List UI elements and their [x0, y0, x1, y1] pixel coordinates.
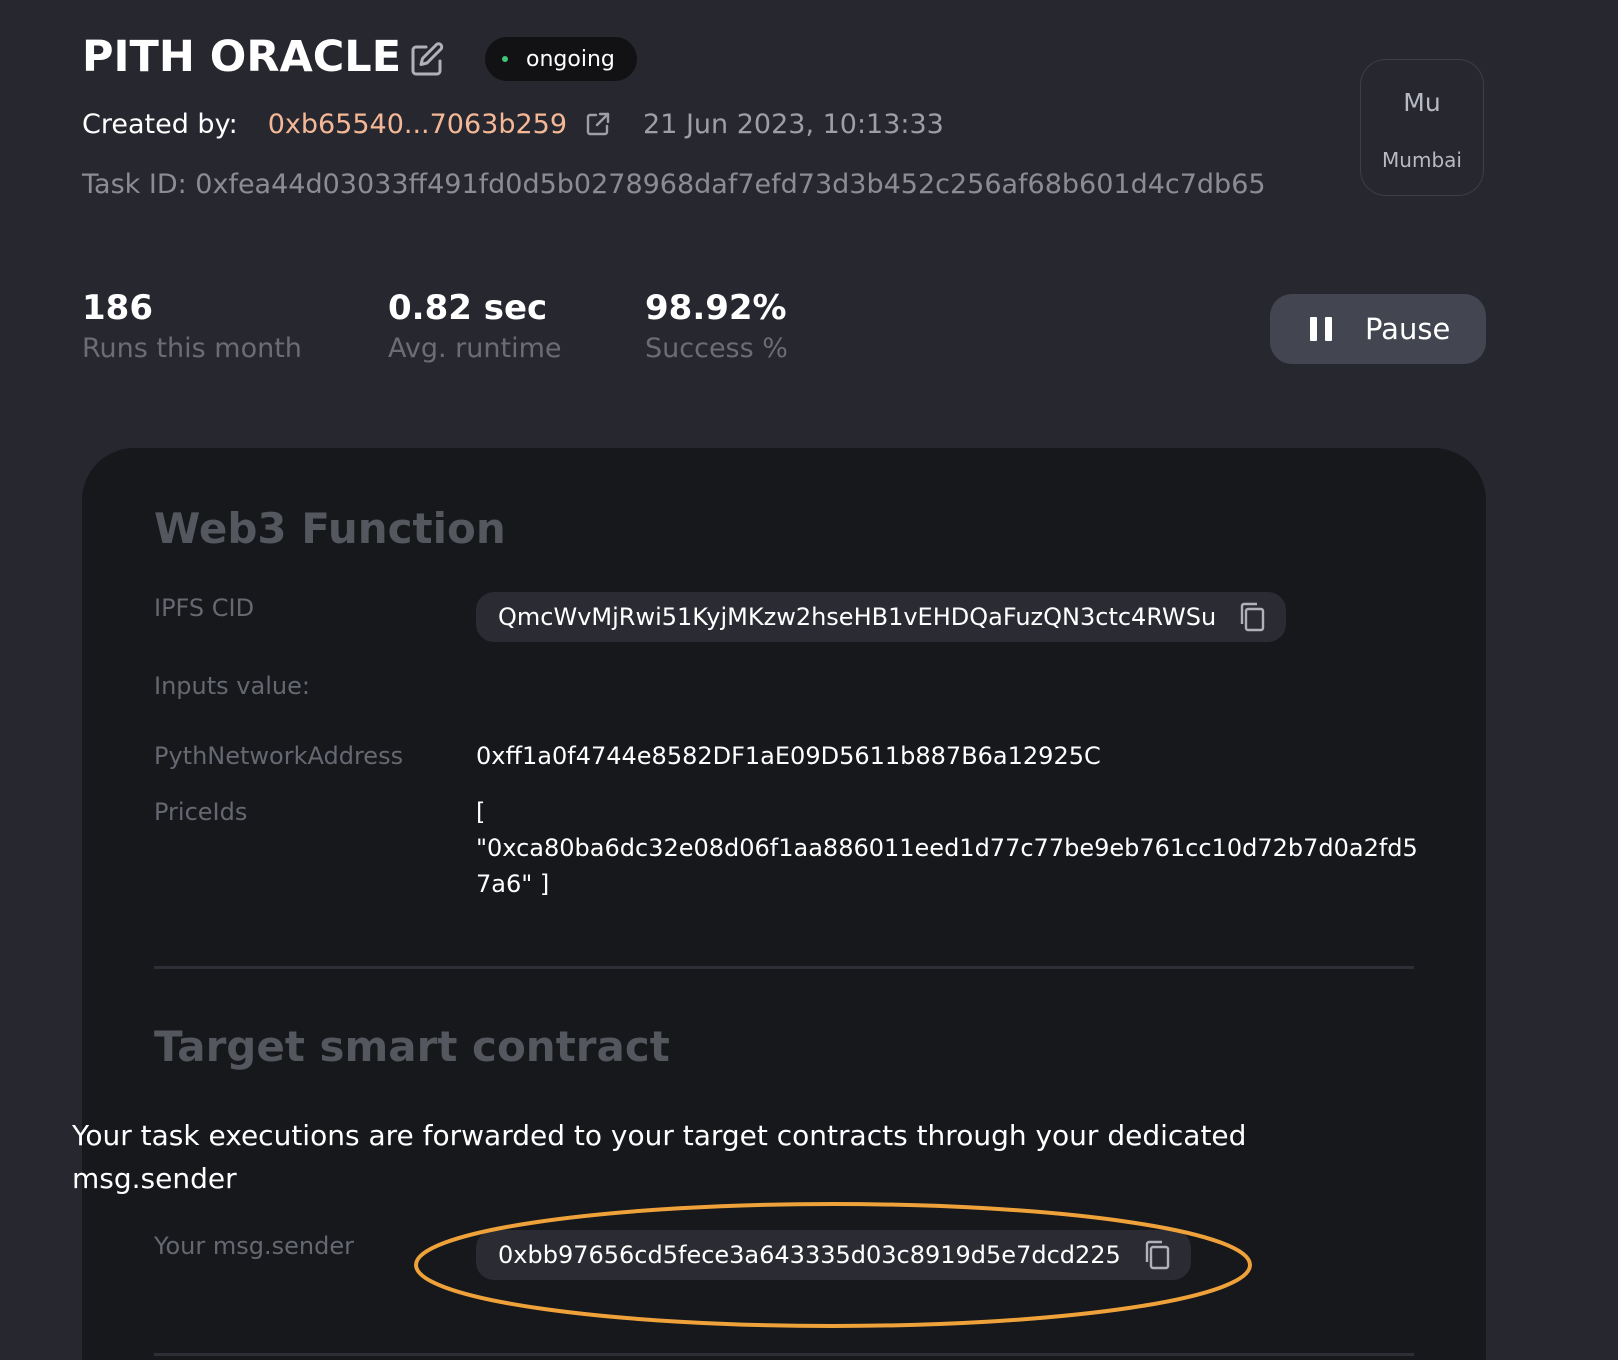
- ipfs-cid-field: QmcWvMjRwi51KyjMKzw2hseHB1vEHDQaFuzQN3ct…: [476, 592, 1287, 642]
- edit-icon[interactable]: [408, 39, 448, 79]
- input-value-price-ids: [ "0xca80ba6dc32e08d06f1aa886011eed1d77c…: [476, 794, 1418, 902]
- task-id: Task ID: 0xfea44d03033ff491fd0d5b0278968…: [82, 169, 1266, 200]
- pause-label: Pause: [1365, 312, 1451, 346]
- stat-label: Avg. runtime: [388, 333, 562, 364]
- msg-sender-label: Your msg.sender: [154, 1232, 354, 1260]
- pause-icon: [1310, 317, 1332, 341]
- stat-label: Runs this month: [82, 333, 302, 364]
- copy-icon[interactable]: [1143, 1240, 1171, 1270]
- section-divider: [154, 1353, 1414, 1356]
- ipfs-cid-label: IPFS CID: [154, 594, 255, 622]
- msg-sender-value: 0xbb97656cd5fece3a643335d03c8919d5e7dcd2…: [498, 1241, 1121, 1269]
- input-name-price-ids: PriceIds: [154, 798, 248, 826]
- target-contract-title: Target smart contract: [154, 1022, 670, 1071]
- section-divider: [154, 966, 1414, 969]
- stat-value: 98.92%: [645, 288, 787, 328]
- status-dot-icon: [502, 56, 508, 62]
- input-name-pyth-network-address: PythNetworkAddress: [154, 742, 404, 770]
- network-short-label: Mu: [1403, 88, 1441, 117]
- inputs-value-label: Inputs value:: [154, 672, 310, 700]
- stat-runs: 186 Runs this month: [82, 285, 302, 364]
- status-label: ongoing: [526, 46, 615, 72]
- created-by-label: Created by:: [82, 108, 238, 140]
- created-by-row: Created by: 0xb65540...7063b259 21 Jun 2…: [82, 104, 944, 144]
- msg-sender-field: 0xbb97656cd5fece3a643335d03c8919d5e7dcd2…: [476, 1230, 1191, 1280]
- target-contract-description: Your task executions are forwarded to yo…: [72, 1119, 1247, 1195]
- copy-icon[interactable]: [1238, 602, 1266, 632]
- external-link-icon[interactable]: [585, 111, 611, 137]
- stat-label: Success %: [645, 333, 788, 364]
- pause-button[interactable]: Pause: [1270, 294, 1486, 364]
- price-ids-line: "0xca80ba6dc32e08d06f1aa886011eed1d77c77…: [476, 834, 1418, 862]
- status-badge: ongoing: [485, 37, 637, 81]
- created-date: 21 Jun 2023, 10:13:33: [643, 108, 944, 140]
- input-value-pyth-network-address: 0xff1a0f4744e8582DF1aE09D5611b887B6a1292…: [476, 742, 1101, 770]
- stat-success: 98.92% Success %: [645, 285, 788, 364]
- stat-avg-runtime: 0.82 sec Avg. runtime: [388, 285, 562, 364]
- price-ids-line: 7a6" ]: [476, 870, 550, 898]
- task-details-panel: Web3 Function IPFS CID QmcWvMjRwi51KyjMK…: [82, 448, 1486, 1360]
- stat-value: 0.82 sec: [388, 288, 548, 328]
- web3-function-title: Web3 Function: [154, 504, 506, 553]
- creator-address-link[interactable]: 0xb65540...7063b259: [268, 109, 567, 140]
- network-selector[interactable]: Mu Mumbai: [1360, 59, 1484, 196]
- stat-value: 186: [82, 288, 153, 328]
- page-title: PITH ORACLE: [82, 32, 402, 82]
- network-name: Mumbai: [1382, 148, 1462, 172]
- ipfs-cid-value: QmcWvMjRwi51KyjMKzw2hseHB1vEHDQaFuzQN3ct…: [498, 603, 1217, 631]
- price-ids-line: [: [476, 798, 486, 826]
